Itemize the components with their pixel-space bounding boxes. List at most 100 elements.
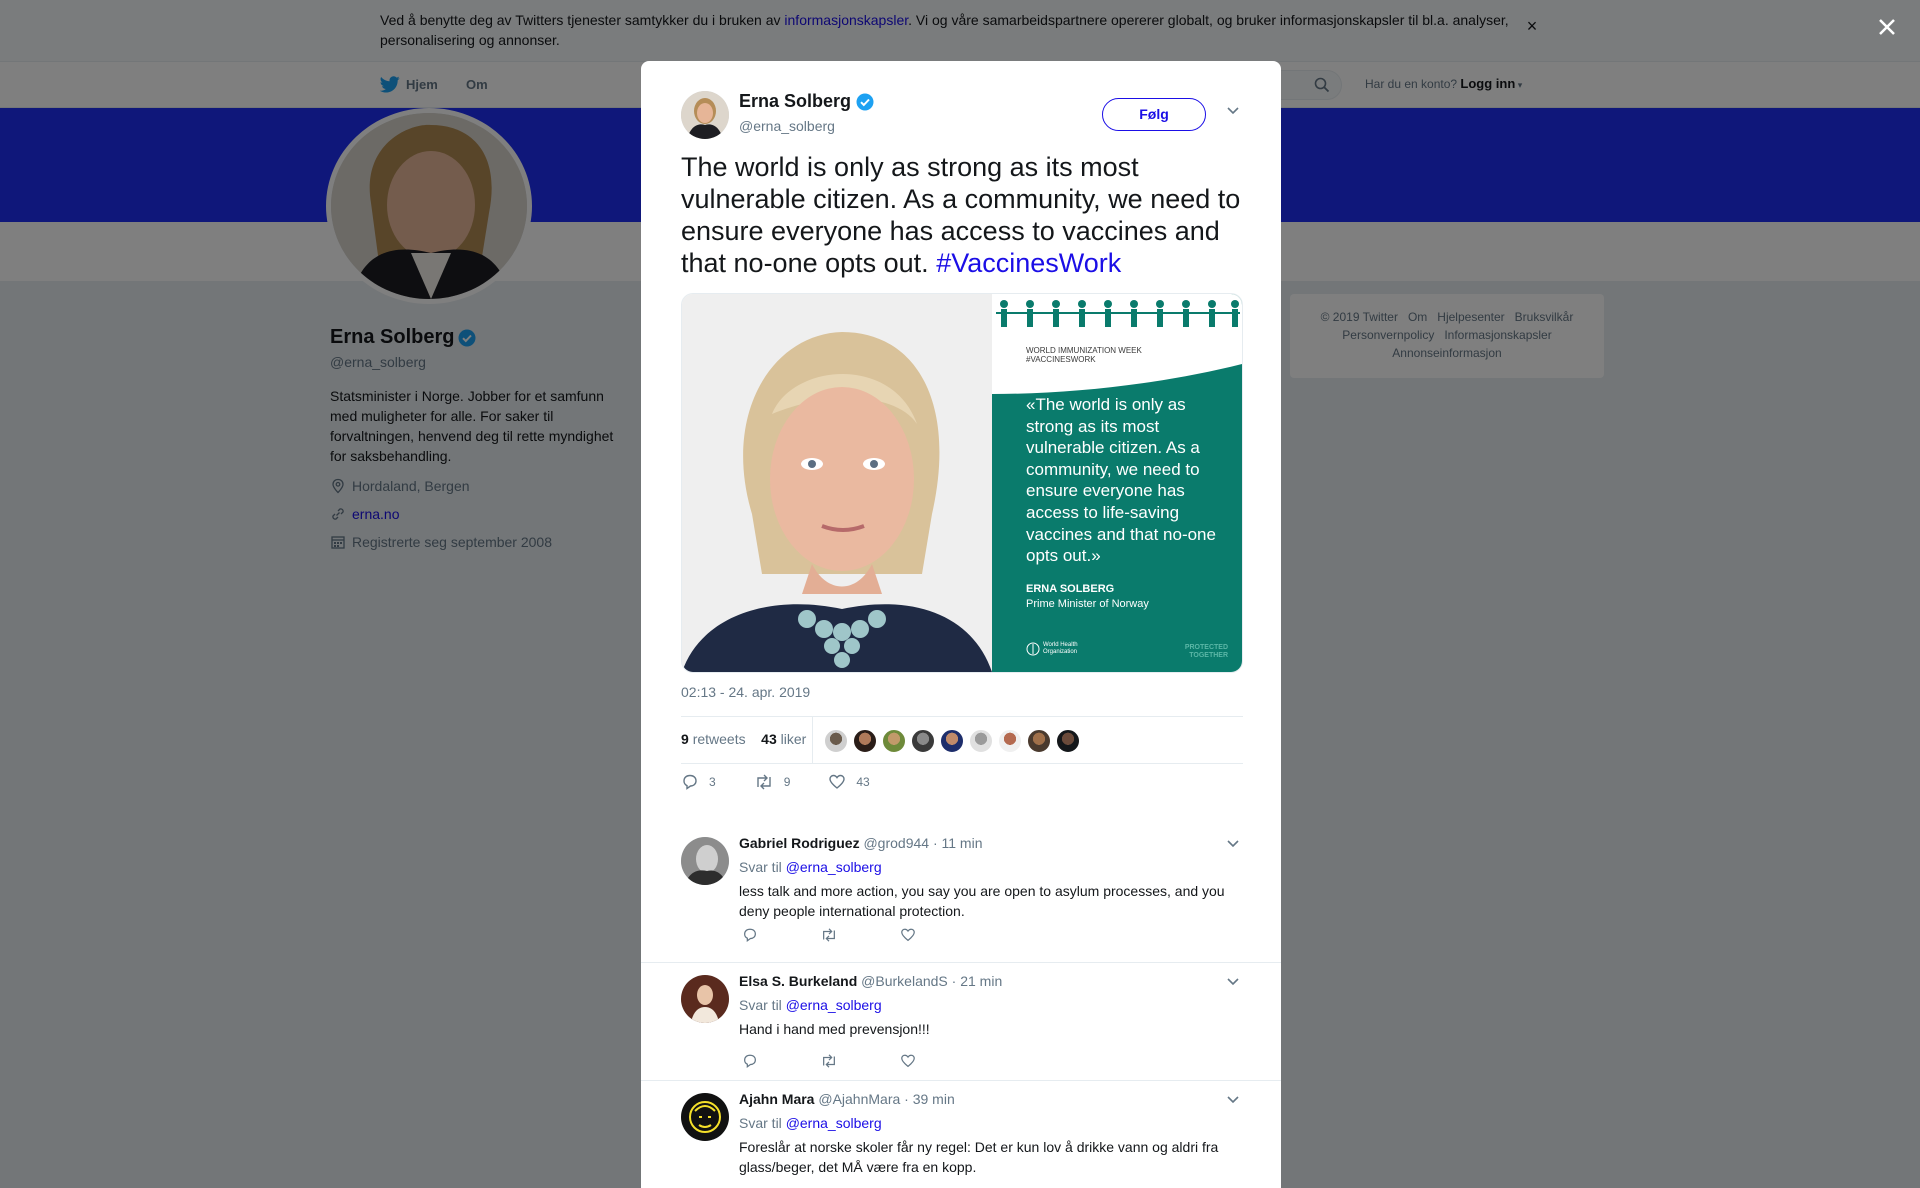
retweet-icon xyxy=(756,774,771,790)
heart-icon[interactable] xyxy=(900,927,916,943)
reply-action[interactable]: 3 xyxy=(681,773,716,791)
reply-icon xyxy=(683,774,697,790)
like-stat-label: liker xyxy=(780,731,807,747)
portrait-photo xyxy=(682,294,992,672)
liker-avatar[interactable] xyxy=(911,729,935,753)
reply-author-name[interactable]: Gabriel Rodriguez xyxy=(739,835,860,851)
retweet-icon[interactable] xyxy=(820,927,838,943)
reply-text: Foreslår at norske skoler får ny regel: … xyxy=(739,1139,1219,1175)
reply-text: less talk and more action, you say you a… xyxy=(739,883,1225,919)
immunization-week-label: WORLD IMMUNIZATION WEEK #VACCINESWORK xyxy=(1026,346,1142,364)
liker-avatar[interactable] xyxy=(882,729,906,753)
chevron-down-icon[interactable] xyxy=(1226,977,1240,987)
reply-author-handle[interactable]: @AjahnMara xyxy=(818,1091,900,1107)
reply-author-avatar-photo xyxy=(681,837,729,885)
retweet-icon[interactable] xyxy=(820,1053,838,1069)
tweet-author-name-text: Erna Solberg xyxy=(739,91,852,111)
liker-avatar[interactable] xyxy=(998,729,1022,753)
reply-actions xyxy=(742,927,916,943)
like-stat-count: 43 xyxy=(761,731,777,747)
reply-tweet[interactable]: Elsa S. Burkeland @BurkelandS · 21 min S… xyxy=(641,962,1281,1080)
quote-card-author: ERNA SOLBERG Prime Minister of Norway xyxy=(1026,582,1149,612)
reply-to: Svar til @erna_solberg xyxy=(739,1115,882,1131)
immunization-week-text: WORLD IMMUNIZATION WEEK xyxy=(1026,346,1142,355)
reply-text: Hand i hand med prevensjon!!! xyxy=(739,1021,930,1037)
verified-badge-icon xyxy=(856,93,874,110)
portrait-illustration xyxy=(682,294,992,672)
reply-header: Elsa S. Burkeland @BurkelandS · 21 min xyxy=(739,973,1002,989)
reply-tweet[interactable]: Gabriel Rodriguez @grod944 · 11 min Svar… xyxy=(641,817,1281,955)
tweet-author-avatar[interactable] xyxy=(681,91,729,139)
heart-icon[interactable] xyxy=(900,1053,916,1069)
reply-author-avatar-photo xyxy=(681,975,729,1023)
reply-to-link[interactable]: @erna_solberg xyxy=(786,997,882,1013)
reply-time[interactable]: · 39 min xyxy=(904,1091,955,1107)
liker-avatars xyxy=(824,729,1080,753)
like-action[interactable]: 43 xyxy=(828,773,870,791)
quote-card: WORLD IMMUNIZATION WEEK #VACCINESWORK «Th… xyxy=(992,294,1242,672)
chevron-down-icon[interactable] xyxy=(1226,839,1240,849)
reply-author-name[interactable]: Elsa S. Burkeland xyxy=(739,973,857,989)
liker-avatar[interactable] xyxy=(940,729,964,753)
reply-author-avatar-photo xyxy=(681,1093,729,1141)
reply-author-avatar[interactable] xyxy=(681,837,729,885)
tweet-timestamp[interactable]: 02:13 - 24. apr. 2019 xyxy=(681,684,810,700)
reply-author-name[interactable]: Ajahn Mara xyxy=(739,1091,814,1107)
tweet-stats-text: 9 retweets 43 liker xyxy=(681,731,806,747)
retweet-stat-count: 9 xyxy=(681,731,689,747)
reply-to: Svar til @erna_solberg xyxy=(739,997,882,1013)
quote-card-text: «The world is only as strong as its most… xyxy=(1026,395,1216,566)
chevron-down-icon[interactable] xyxy=(1226,1095,1240,1105)
reply-to-link[interactable]: @erna_solberg xyxy=(786,859,882,875)
reply-to-label: Svar til xyxy=(739,1115,782,1131)
retweet-action[interactable]: 9 xyxy=(754,773,791,791)
people-chain-graphic xyxy=(996,300,1240,327)
who-logo-text: World Health Organization xyxy=(1043,642,1078,655)
reply-author-avatar[interactable] xyxy=(681,1093,729,1141)
immunization-week-tag: #VACCINESWORK xyxy=(1026,355,1096,364)
hashtag-link[interactable]: #VaccinesWork xyxy=(936,248,1121,278)
reply-author-avatar[interactable] xyxy=(681,975,729,1023)
liker-avatar[interactable] xyxy=(1056,729,1080,753)
retweet-stat[interactable]: 9 retweets xyxy=(681,731,746,747)
tweet-stats: 9 retweets 43 liker xyxy=(681,716,1243,764)
reply-time[interactable]: · 11 min xyxy=(933,835,983,851)
quote-card-author-name: ERNA SOLBERG xyxy=(1026,583,1115,595)
quote-card-author-title: Prime Minister of Norway xyxy=(1026,598,1149,610)
liker-avatar[interactable] xyxy=(824,729,848,753)
reply-header: Ajahn Mara @AjahnMara · 39 min xyxy=(739,1091,955,1107)
retweet-count: 9 xyxy=(783,775,791,789)
who-emblem-icon xyxy=(1026,642,1040,656)
who-logo: World Health Organization xyxy=(1026,642,1083,656)
tweet-author-avatar-photo xyxy=(681,91,729,139)
chevron-down-icon[interactable] xyxy=(1226,106,1240,116)
tweet-actions: 3 9 43 xyxy=(681,773,908,791)
reply-time[interactable]: · 21 min xyxy=(952,973,1003,989)
like-count: 43 xyxy=(856,775,870,789)
reply-icon[interactable] xyxy=(742,1053,758,1069)
reply-to-label: Svar til xyxy=(739,997,782,1013)
protected-together-label: PROTECTED TOGETHER xyxy=(1184,644,1228,659)
liker-avatar[interactable] xyxy=(853,729,877,753)
heart-icon xyxy=(829,774,846,789)
tweet-image[interactable]: WORLD IMMUNIZATION WEEK #VACCINESWORK «Th… xyxy=(681,293,1243,673)
like-stat[interactable]: 43 liker xyxy=(761,731,806,747)
reply-to-link[interactable]: @erna_solberg xyxy=(786,1115,882,1131)
reply-author-handle[interactable]: @BurkelandS xyxy=(861,973,948,989)
reply-to: Svar til @erna_solberg xyxy=(739,859,882,875)
tweet-modal: Erna Solberg @erna_solberg Følg The worl… xyxy=(641,61,1281,1188)
tweet-text: The world is only as strong as its most … xyxy=(681,151,1251,279)
reply-tweet[interactable]: Ajahn Mara @AjahnMara · 39 min Svar til … xyxy=(641,1080,1281,1188)
retweet-stat-label: retweets xyxy=(692,731,746,747)
reply-header: Gabriel Rodriguez @grod944 · 11 min xyxy=(739,835,983,851)
reply-author-handle[interactable]: @grod944 xyxy=(863,835,929,851)
tweet-author-handle[interactable]: @erna_solberg xyxy=(739,118,835,134)
reply-icon[interactable] xyxy=(742,927,758,943)
reply-to-label: Svar til xyxy=(739,859,782,875)
close-icon[interactable] xyxy=(1872,12,1902,42)
follow-button[interactable]: Følg xyxy=(1102,98,1206,131)
tweet-author-name[interactable]: Erna Solberg xyxy=(739,91,874,112)
liker-avatar[interactable] xyxy=(969,729,993,753)
reply-actions xyxy=(742,1053,916,1069)
liker-avatar[interactable] xyxy=(1027,729,1051,753)
